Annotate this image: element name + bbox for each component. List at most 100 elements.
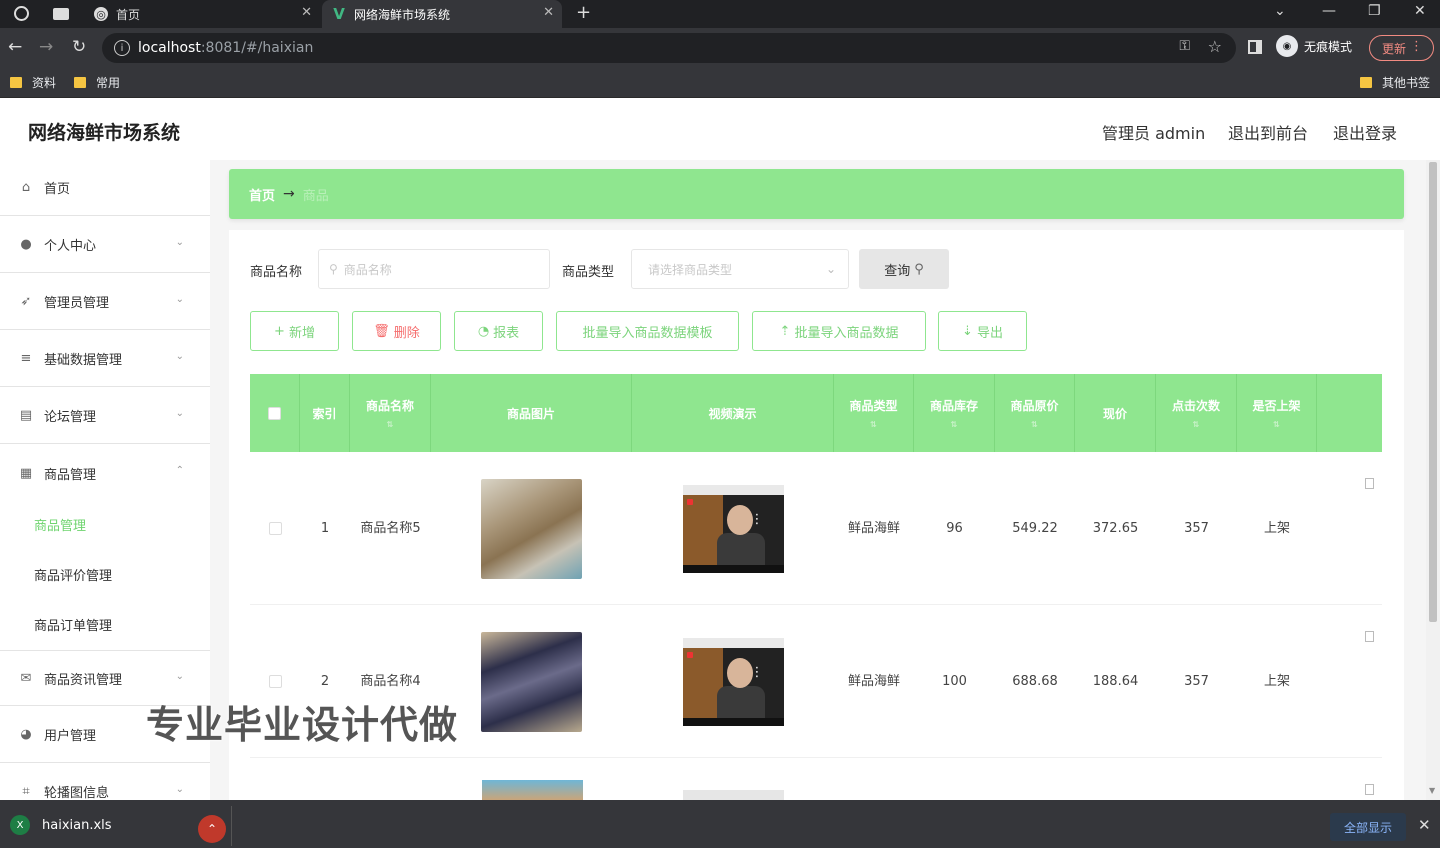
sidebar-item-home[interactable]: ⌂ 首页 — [0, 160, 210, 216]
goods-image[interactable] — [481, 478, 582, 579]
more-icon[interactable]: ⋮ — [751, 662, 764, 684]
browser-tab-home[interactable]: ◎ 首页 ✕ — [84, 0, 320, 28]
export-button[interactable]: ⇣ 导出 — [938, 311, 1027, 351]
submenu-goods-reviews[interactable]: 商品评价管理 — [34, 565, 112, 584]
row-checkbox[interactable] — [268, 522, 282, 535]
sort-icon[interactable]: ⇅ — [387, 420, 394, 429]
select-all-checkbox[interactable] — [268, 406, 281, 420]
column-video[interactable]: 视频演示 — [632, 374, 834, 452]
video-player[interactable]: ⋮ — [682, 637, 784, 726]
forward-icon[interactable]: → — [39, 37, 53, 57]
minimize-icon[interactable]: — — [1322, 3, 1336, 19]
document-icon[interactable] — [1365, 478, 1374, 489]
column-clicks[interactable]: 点击次数 ⇅ — [1156, 374, 1237, 452]
sort-icon[interactable]: ⇅ — [1273, 420, 1280, 429]
sidebar-item-forum[interactable]: ▤ 论坛管理 ⌄ — [0, 388, 210, 444]
info-icon[interactable]: i — [114, 40, 130, 56]
delete-button[interactable]: 🗑 删除 — [352, 311, 441, 351]
more-icon[interactable]: ⋮ — [751, 509, 764, 531]
chevron-down-icon: ⌄ — [175, 351, 184, 362]
import-template-button[interactable]: 批量导入商品数据模板 — [556, 311, 739, 351]
sidebar-item-basic-data[interactable]: ≡ 基础数据管理 ⌄ — [0, 331, 210, 387]
row-checkbox[interactable] — [268, 675, 282, 688]
chevron-down-icon: ⌄ — [175, 237, 184, 248]
sort-icon[interactable]: ⇅ — [951, 420, 958, 429]
browser-globe-icon[interactable] — [14, 6, 29, 21]
goods-name-input[interactable]: ⚲ 商品名称 — [318, 249, 550, 289]
chevron-down-icon: ⌄ — [175, 408, 184, 419]
cell-stock: 100 — [942, 673, 967, 689]
column-label: 商品原价 — [1010, 399, 1059, 413]
home-icon: ⌂ — [21, 180, 31, 195]
side-panel-icon[interactable] — [1248, 40, 1262, 54]
download-item[interactable]: X haixian.xls — [10, 815, 112, 835]
goods-image[interactable] — [482, 780, 583, 800]
delete-label: 删除 — [393, 325, 420, 341]
logout-link[interactable]: 退出登录 — [1333, 120, 1397, 144]
close-icon[interactable]: ✕ — [543, 5, 554, 20]
sort-icon[interactable]: ⇅ — [1031, 420, 1038, 429]
back-to-front-link[interactable]: 退出到前台 — [1228, 120, 1308, 144]
column-on-shelf[interactable]: 是否上架 ⇅ — [1237, 374, 1317, 452]
column-stock[interactable]: 商品库存 ⇅ — [914, 374, 995, 452]
report-label: 报表 — [493, 325, 520, 341]
document-icon[interactable] — [1365, 631, 1374, 642]
page-scrollbar[interactable]: ▼ — [1426, 160, 1440, 800]
mail-icon: ✉ — [20, 670, 32, 686]
column-orig-price[interactable]: 商品原价 ⇅ — [995, 374, 1075, 452]
update-button[interactable]: 更新 ⋮ — [1369, 35, 1434, 61]
sort-icon[interactable]: ⇅ — [1193, 420, 1200, 429]
column-index[interactable]: 索引 — [300, 374, 350, 452]
sidebar-item-profile[interactable]: ● 个人中心 ⌄ — [0, 217, 210, 273]
bookmark-label: 资料 — [32, 76, 57, 90]
scroll-down-icon[interactable]: ▼ — [1429, 786, 1435, 795]
other-bookmarks[interactable]: 其他书签 — [1360, 74, 1430, 91]
document-icon[interactable] — [1365, 784, 1374, 795]
add-button[interactable]: + 新增 — [250, 311, 339, 351]
query-button[interactable]: 查询 ⚲ — [859, 249, 949, 289]
new-tab-icon[interactable]: + — [576, 2, 591, 23]
browser-tab-active[interactable]: V 网络海鲜市场系统 ✕ — [322, 0, 562, 28]
sidebar-item-label: 论坛管理 — [44, 410, 97, 425]
sidebar-item-goods[interactable]: ▦ 商品管理 ⌃ — [0, 445, 210, 501]
goods-image[interactable] — [481, 631, 582, 732]
scrollbar-thumb[interactable] — [1429, 162, 1437, 622]
column-goods-name[interactable]: 商品名称 ⇅ — [350, 374, 431, 452]
bookmark-folder[interactable]: 资料 — [10, 74, 56, 91]
table-row[interactable]: 1 商品名称5 ⋮ 鲜品海鲜 96 549.22 372.65 357 上架 — [250, 452, 1382, 605]
url-input[interactable]: i localhost:8081/#/haixian ⚿ ☆ — [102, 33, 1236, 63]
report-button[interactable]: ◔ 报表 — [454, 311, 543, 351]
close-icon[interactable]: ✕ — [1418, 816, 1431, 834]
window-close-icon[interactable]: ✕ — [1414, 3, 1426, 19]
incognito-indicator[interactable]: ◉ 无痕模式 — [1276, 35, 1352, 57]
column-goods-image[interactable]: 商品图片 — [431, 374, 632, 452]
star-icon[interactable]: ☆ — [1208, 37, 1222, 56]
back-icon[interactable]: ← — [8, 37, 22, 57]
column-price[interactable]: 现价 — [1075, 374, 1156, 452]
app-header: 网络海鲜市场系统 管理员 admin 退出到前台 退出登录 — [0, 98, 1440, 160]
goods-type-select[interactable]: 请选择商品类型 ⌄ — [631, 249, 849, 289]
table-row[interactable] — [250, 758, 1382, 800]
sidebar-item-admins[interactable]: ➶ 管理员管理 ⌄ — [0, 274, 210, 330]
submenu-goods-manage[interactable]: 商品管理 — [34, 515, 86, 534]
column-goods-type[interactable]: 商品类型 ⇅ — [834, 374, 914, 452]
tab-search-icon[interactable] — [53, 8, 69, 20]
bookmark-folder[interactable]: 常用 — [74, 74, 120, 91]
submenu-goods-orders[interactable]: 商品订单管理 — [34, 615, 112, 634]
sort-icon[interactable]: ⇅ — [870, 420, 877, 429]
column-label: 现价 — [1102, 406, 1127, 421]
restore-icon[interactable]: ❐ — [1368, 3, 1381, 19]
chevron-down-icon[interactable]: ⌄ — [1274, 3, 1286, 19]
video-player[interactable] — [683, 790, 784, 800]
breadcrumb-home[interactable]: 首页 — [249, 185, 275, 204]
cell-price: 188.64 — [1092, 673, 1139, 689]
chevron-up-icon[interactable]: ⌃ — [198, 815, 226, 843]
key-icon[interactable]: ⚿ — [1179, 38, 1190, 54]
import-data-button[interactable]: ⇡ 批量导入商品数据 — [752, 311, 926, 351]
reload-icon[interactable]: ↻ — [72, 37, 86, 57]
close-icon[interactable]: ✕ — [301, 5, 312, 20]
download-icon: ⇣ — [962, 323, 973, 339]
show-all-button[interactable]: 全部显示 — [1330, 813, 1406, 841]
video-player[interactable]: ⋮ — [682, 484, 784, 573]
url-path: :8081/#/haixian — [200, 40, 314, 56]
